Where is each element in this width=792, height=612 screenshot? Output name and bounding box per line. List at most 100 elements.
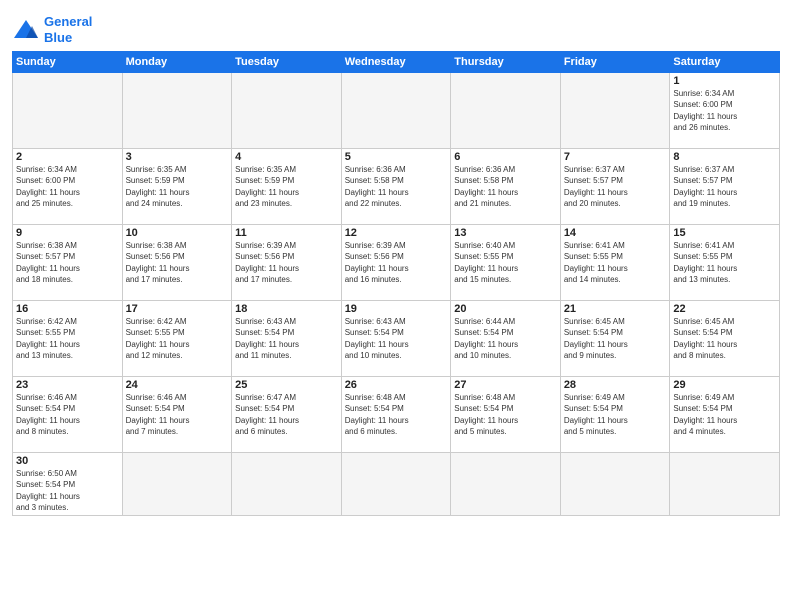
- day-number: 24: [126, 379, 229, 391]
- day-info: Sunrise: 6:50 AM Sunset: 5:54 PM Dayligh…: [16, 468, 119, 513]
- day-number: 20: [454, 303, 557, 315]
- logo: General Blue: [12, 14, 92, 45]
- calendar-cell: 24Sunrise: 6:46 AM Sunset: 5:54 PM Dayli…: [122, 377, 232, 453]
- calendar-cell: 30Sunrise: 6:50 AM Sunset: 5:54 PM Dayli…: [13, 453, 123, 516]
- calendar-cell: 21Sunrise: 6:45 AM Sunset: 5:54 PM Dayli…: [560, 301, 670, 377]
- calendar-cell: [560, 73, 670, 149]
- calendar-cell: 16Sunrise: 6:42 AM Sunset: 5:55 PM Dayli…: [13, 301, 123, 377]
- day-number: 30: [16, 455, 119, 467]
- day-info: Sunrise: 6:49 AM Sunset: 5:54 PM Dayligh…: [673, 392, 776, 437]
- day-info: Sunrise: 6:46 AM Sunset: 5:54 PM Dayligh…: [126, 392, 229, 437]
- day-number: 5: [345, 151, 448, 163]
- calendar-cell: [341, 73, 451, 149]
- day-number: 3: [126, 151, 229, 163]
- calendar-cell: [451, 73, 561, 149]
- day-info: Sunrise: 6:45 AM Sunset: 5:54 PM Dayligh…: [673, 316, 776, 361]
- weekday-header-monday: Monday: [122, 52, 232, 73]
- day-info: Sunrise: 6:39 AM Sunset: 5:56 PM Dayligh…: [345, 240, 448, 285]
- calendar-cell: [560, 453, 670, 516]
- weekday-header-row: SundayMondayTuesdayWednesdayThursdayFrid…: [13, 52, 780, 73]
- day-info: Sunrise: 6:36 AM Sunset: 5:58 PM Dayligh…: [454, 164, 557, 209]
- calendar-cell: 13Sunrise: 6:40 AM Sunset: 5:55 PM Dayli…: [451, 225, 561, 301]
- calendar-cell: 26Sunrise: 6:48 AM Sunset: 5:54 PM Dayli…: [341, 377, 451, 453]
- day-info: Sunrise: 6:46 AM Sunset: 5:54 PM Dayligh…: [16, 392, 119, 437]
- day-info: Sunrise: 6:36 AM Sunset: 5:58 PM Dayligh…: [345, 164, 448, 209]
- week-row-5: 23Sunrise: 6:46 AM Sunset: 5:54 PM Dayli…: [13, 377, 780, 453]
- calendar-cell: 4Sunrise: 6:35 AM Sunset: 5:59 PM Daylig…: [232, 149, 342, 225]
- week-row-3: 9Sunrise: 6:38 AM Sunset: 5:57 PM Daylig…: [13, 225, 780, 301]
- calendar-cell: [232, 453, 342, 516]
- calendar-cell: 14Sunrise: 6:41 AM Sunset: 5:55 PM Dayli…: [560, 225, 670, 301]
- day-number: 23: [16, 379, 119, 391]
- calendar-cell: 23Sunrise: 6:46 AM Sunset: 5:54 PM Dayli…: [13, 377, 123, 453]
- calendar-cell: 6Sunrise: 6:36 AM Sunset: 5:58 PM Daylig…: [451, 149, 561, 225]
- day-number: 22: [673, 303, 776, 315]
- logo-general: General: [44, 14, 92, 29]
- day-number: 1: [673, 75, 776, 87]
- calendar-cell: 2Sunrise: 6:34 AM Sunset: 6:00 PM Daylig…: [13, 149, 123, 225]
- calendar-cell: 11Sunrise: 6:39 AM Sunset: 5:56 PM Dayli…: [232, 225, 342, 301]
- day-number: 25: [235, 379, 338, 391]
- day-info: Sunrise: 6:43 AM Sunset: 5:54 PM Dayligh…: [345, 316, 448, 361]
- day-info: Sunrise: 6:48 AM Sunset: 5:54 PM Dayligh…: [345, 392, 448, 437]
- day-info: Sunrise: 6:37 AM Sunset: 5:57 PM Dayligh…: [564, 164, 667, 209]
- calendar-cell: [232, 73, 342, 149]
- calendar-cell: [670, 453, 780, 516]
- day-number: 12: [345, 227, 448, 239]
- header: General Blue: [12, 10, 780, 45]
- week-row-2: 2Sunrise: 6:34 AM Sunset: 6:00 PM Daylig…: [13, 149, 780, 225]
- day-number: 2: [16, 151, 119, 163]
- day-info: Sunrise: 6:38 AM Sunset: 5:57 PM Dayligh…: [16, 240, 119, 285]
- day-info: Sunrise: 6:42 AM Sunset: 5:55 PM Dayligh…: [126, 316, 229, 361]
- calendar-cell: 25Sunrise: 6:47 AM Sunset: 5:54 PM Dayli…: [232, 377, 342, 453]
- weekday-header-thursday: Thursday: [451, 52, 561, 73]
- day-info: Sunrise: 6:49 AM Sunset: 5:54 PM Dayligh…: [564, 392, 667, 437]
- day-number: 19: [345, 303, 448, 315]
- calendar-cell: 19Sunrise: 6:43 AM Sunset: 5:54 PM Dayli…: [341, 301, 451, 377]
- weekday-header-sunday: Sunday: [13, 52, 123, 73]
- day-number: 15: [673, 227, 776, 239]
- calendar-cell: [122, 73, 232, 149]
- day-number: 28: [564, 379, 667, 391]
- logo-blue: Blue: [44, 30, 72, 45]
- calendar-cell: 15Sunrise: 6:41 AM Sunset: 5:55 PM Dayli…: [670, 225, 780, 301]
- calendar-cell: 27Sunrise: 6:48 AM Sunset: 5:54 PM Dayli…: [451, 377, 561, 453]
- calendar-cell: 29Sunrise: 6:49 AM Sunset: 5:54 PM Dayli…: [670, 377, 780, 453]
- day-info: Sunrise: 6:34 AM Sunset: 6:00 PM Dayligh…: [16, 164, 119, 209]
- page: General Blue SundayMondayTuesdayWednesda…: [0, 0, 792, 612]
- logo-text: General Blue: [44, 14, 92, 45]
- weekday-header-saturday: Saturday: [670, 52, 780, 73]
- calendar-cell: [13, 73, 123, 149]
- calendar-cell: 3Sunrise: 6:35 AM Sunset: 5:59 PM Daylig…: [122, 149, 232, 225]
- calendar-cell: 20Sunrise: 6:44 AM Sunset: 5:54 PM Dayli…: [451, 301, 561, 377]
- calendar-cell: 8Sunrise: 6:37 AM Sunset: 5:57 PM Daylig…: [670, 149, 780, 225]
- day-number: 8: [673, 151, 776, 163]
- day-info: Sunrise: 6:48 AM Sunset: 5:54 PM Dayligh…: [454, 392, 557, 437]
- weekday-header-tuesday: Tuesday: [232, 52, 342, 73]
- day-info: Sunrise: 6:40 AM Sunset: 5:55 PM Dayligh…: [454, 240, 557, 285]
- day-info: Sunrise: 6:38 AM Sunset: 5:56 PM Dayligh…: [126, 240, 229, 285]
- calendar-cell: 18Sunrise: 6:43 AM Sunset: 5:54 PM Dayli…: [232, 301, 342, 377]
- day-number: 10: [126, 227, 229, 239]
- calendar-cell: 12Sunrise: 6:39 AM Sunset: 5:56 PM Dayli…: [341, 225, 451, 301]
- weekday-header-friday: Friday: [560, 52, 670, 73]
- day-number: 18: [235, 303, 338, 315]
- day-info: Sunrise: 6:42 AM Sunset: 5:55 PM Dayligh…: [16, 316, 119, 361]
- week-row-1: 1Sunrise: 6:34 AM Sunset: 6:00 PM Daylig…: [13, 73, 780, 149]
- day-number: 11: [235, 227, 338, 239]
- calendar-cell: [451, 453, 561, 516]
- day-number: 16: [16, 303, 119, 315]
- week-row-4: 16Sunrise: 6:42 AM Sunset: 5:55 PM Dayli…: [13, 301, 780, 377]
- calendar-cell: 10Sunrise: 6:38 AM Sunset: 5:56 PM Dayli…: [122, 225, 232, 301]
- day-number: 14: [564, 227, 667, 239]
- day-info: Sunrise: 6:45 AM Sunset: 5:54 PM Dayligh…: [564, 316, 667, 361]
- day-info: Sunrise: 6:41 AM Sunset: 5:55 PM Dayligh…: [564, 240, 667, 285]
- day-info: Sunrise: 6:41 AM Sunset: 5:55 PM Dayligh…: [673, 240, 776, 285]
- day-number: 6: [454, 151, 557, 163]
- day-number: 26: [345, 379, 448, 391]
- calendar-cell: 22Sunrise: 6:45 AM Sunset: 5:54 PM Dayli…: [670, 301, 780, 377]
- day-number: 13: [454, 227, 557, 239]
- calendar-cell: 7Sunrise: 6:37 AM Sunset: 5:57 PM Daylig…: [560, 149, 670, 225]
- day-number: 4: [235, 151, 338, 163]
- logo-icon: [12, 18, 40, 42]
